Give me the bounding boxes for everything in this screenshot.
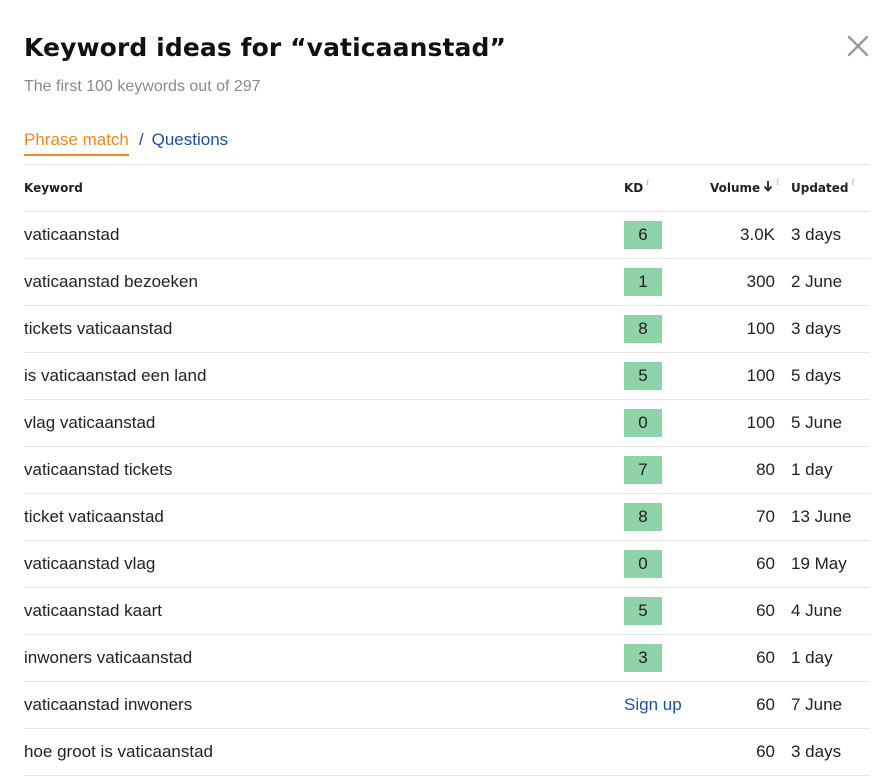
sign-up-link[interactable]: Sign up	[624, 695, 682, 715]
volume-cell: 3.0K	[740, 225, 775, 244]
kd-badge: 0	[624, 550, 662, 578]
volume-cell: 100	[746, 413, 775, 432]
kd-badge: 8	[624, 315, 662, 343]
kd-badge: 7	[624, 456, 662, 484]
keywords-table: Keyword KD i Volume i Updated i vaticaansta…	[24, 165, 870, 776]
table-row[interactable]: inwoners vaticaanstad 3 60 1 day	[24, 635, 870, 682]
keyword-cell[interactable]: vaticaanstad kaart	[24, 601, 162, 621]
keyword-cell[interactable]: inwoners vaticaanstad	[24, 648, 192, 668]
close-icon[interactable]	[843, 31, 872, 61]
table-row[interactable]: vaticaanstad 6 3.0K 3 days	[24, 212, 870, 259]
info-icon[interactable]: i	[852, 178, 855, 188]
updated-cell: 1 day	[791, 460, 833, 479]
updated-cell: 2 June	[791, 272, 843, 291]
arrow-down-icon	[763, 180, 773, 195]
column-header-kd[interactable]: KD i	[624, 178, 649, 195]
column-header-keyword[interactable]: Keyword	[24, 181, 83, 195]
volume-cell: 80	[756, 460, 775, 479]
table-row[interactable]: is vaticaanstad een land 5 100 5 days	[24, 353, 870, 400]
keyword-cell[interactable]: hoe groot is vaticaanstad	[24, 742, 213, 762]
volume-cell: 60	[756, 554, 775, 573]
dialog-subtitle: The first 100 keywords out of 297	[24, 78, 261, 95]
info-icon[interactable]: i	[776, 178, 779, 188]
keyword-cell[interactable]: vaticaanstad bezoeken	[24, 272, 198, 292]
volume-cell: 60	[756, 742, 775, 761]
keyword-cell[interactable]: vaticaanstad	[24, 225, 119, 245]
updated-cell: 5 June	[791, 413, 843, 432]
kd-badge: 3	[624, 644, 662, 672]
match-tabs: Phrase match / Questions	[24, 130, 228, 156]
tab-questions[interactable]: Questions	[152, 130, 229, 150]
kd-badge: 0	[624, 409, 662, 437]
volume-cell: 60	[756, 695, 775, 714]
updated-cell: 3 days	[791, 319, 842, 338]
dialog-title: Keyword ideas for “vaticaanstad”	[24, 33, 507, 62]
keyword-cell[interactable]: vlag vaticaanstad	[24, 413, 155, 433]
updated-cell: 7 June	[791, 695, 843, 714]
keyword-cell[interactable]: vaticaanstad tickets	[24, 460, 172, 480]
table-row[interactable]: vaticaanstad vlag 0 60 19 May	[24, 541, 870, 588]
updated-cell: 1 day	[791, 648, 833, 667]
keyword-cell[interactable]: vaticaanstad inwoners	[24, 695, 192, 715]
updated-cell: 19 May	[791, 554, 847, 573]
keyword-ideas-dialog: Keyword ideas for “vaticaanstad” The fir…	[0, 0, 872, 778]
keyword-cell[interactable]: vaticaanstad vlag	[24, 554, 155, 574]
table-row[interactable]: tickets vaticaanstad 8 100 3 days	[24, 306, 870, 353]
tab-separator: /	[138, 130, 144, 149]
updated-cell: 4 June	[791, 601, 843, 620]
keyword-cell[interactable]: is vaticaanstad een land	[24, 366, 206, 386]
volume-cell: 100	[746, 319, 775, 338]
volume-cell: 70	[756, 507, 775, 526]
volume-cell: 100	[746, 366, 775, 385]
updated-cell: 5 days	[791, 366, 842, 385]
table-row[interactable]: vaticaanstad tickets 7 80 1 day	[24, 447, 870, 494]
column-header-volume[interactable]: Volume i	[710, 178, 779, 196]
table-row[interactable]: vaticaanstad inwoners Sign up 60 7 June	[24, 682, 870, 729]
kd-badge: 6	[624, 221, 662, 249]
table-row[interactable]: vaticaanstad bezoeken 1 300 2 June	[24, 259, 870, 306]
info-icon[interactable]: i	[646, 178, 649, 188]
kd-badge: 5	[624, 597, 662, 625]
updated-cell: 3 days	[791, 742, 842, 761]
keyword-cell[interactable]: tickets vaticaanstad	[24, 319, 172, 339]
table-row[interactable]: ticket vaticaanstad 8 70 13 June	[24, 494, 870, 541]
volume-cell: 300	[746, 272, 775, 291]
keyword-cell[interactable]: ticket vaticaanstad	[24, 507, 164, 527]
table-header: Keyword KD i Volume i Updated i	[24, 165, 870, 212]
table-row[interactable]: hoe groot is vaticaanstad 60 3 days	[24, 729, 870, 776]
updated-cell: 13 June	[791, 507, 852, 526]
kd-badge: 5	[624, 362, 662, 390]
volume-cell: 60	[756, 601, 775, 620]
table-row[interactable]: vaticaanstad kaart 5 60 4 June	[24, 588, 870, 635]
tab-phrase-match[interactable]: Phrase match	[24, 130, 129, 156]
table-row[interactable]: vlag vaticaanstad 0 100 5 June	[24, 400, 870, 447]
volume-cell: 60	[756, 648, 775, 667]
updated-cell: 3 days	[791, 225, 842, 244]
kd-badge: 1	[624, 268, 662, 296]
kd-badge: 8	[624, 503, 662, 531]
column-header-updated[interactable]: Updated i	[791, 178, 855, 195]
